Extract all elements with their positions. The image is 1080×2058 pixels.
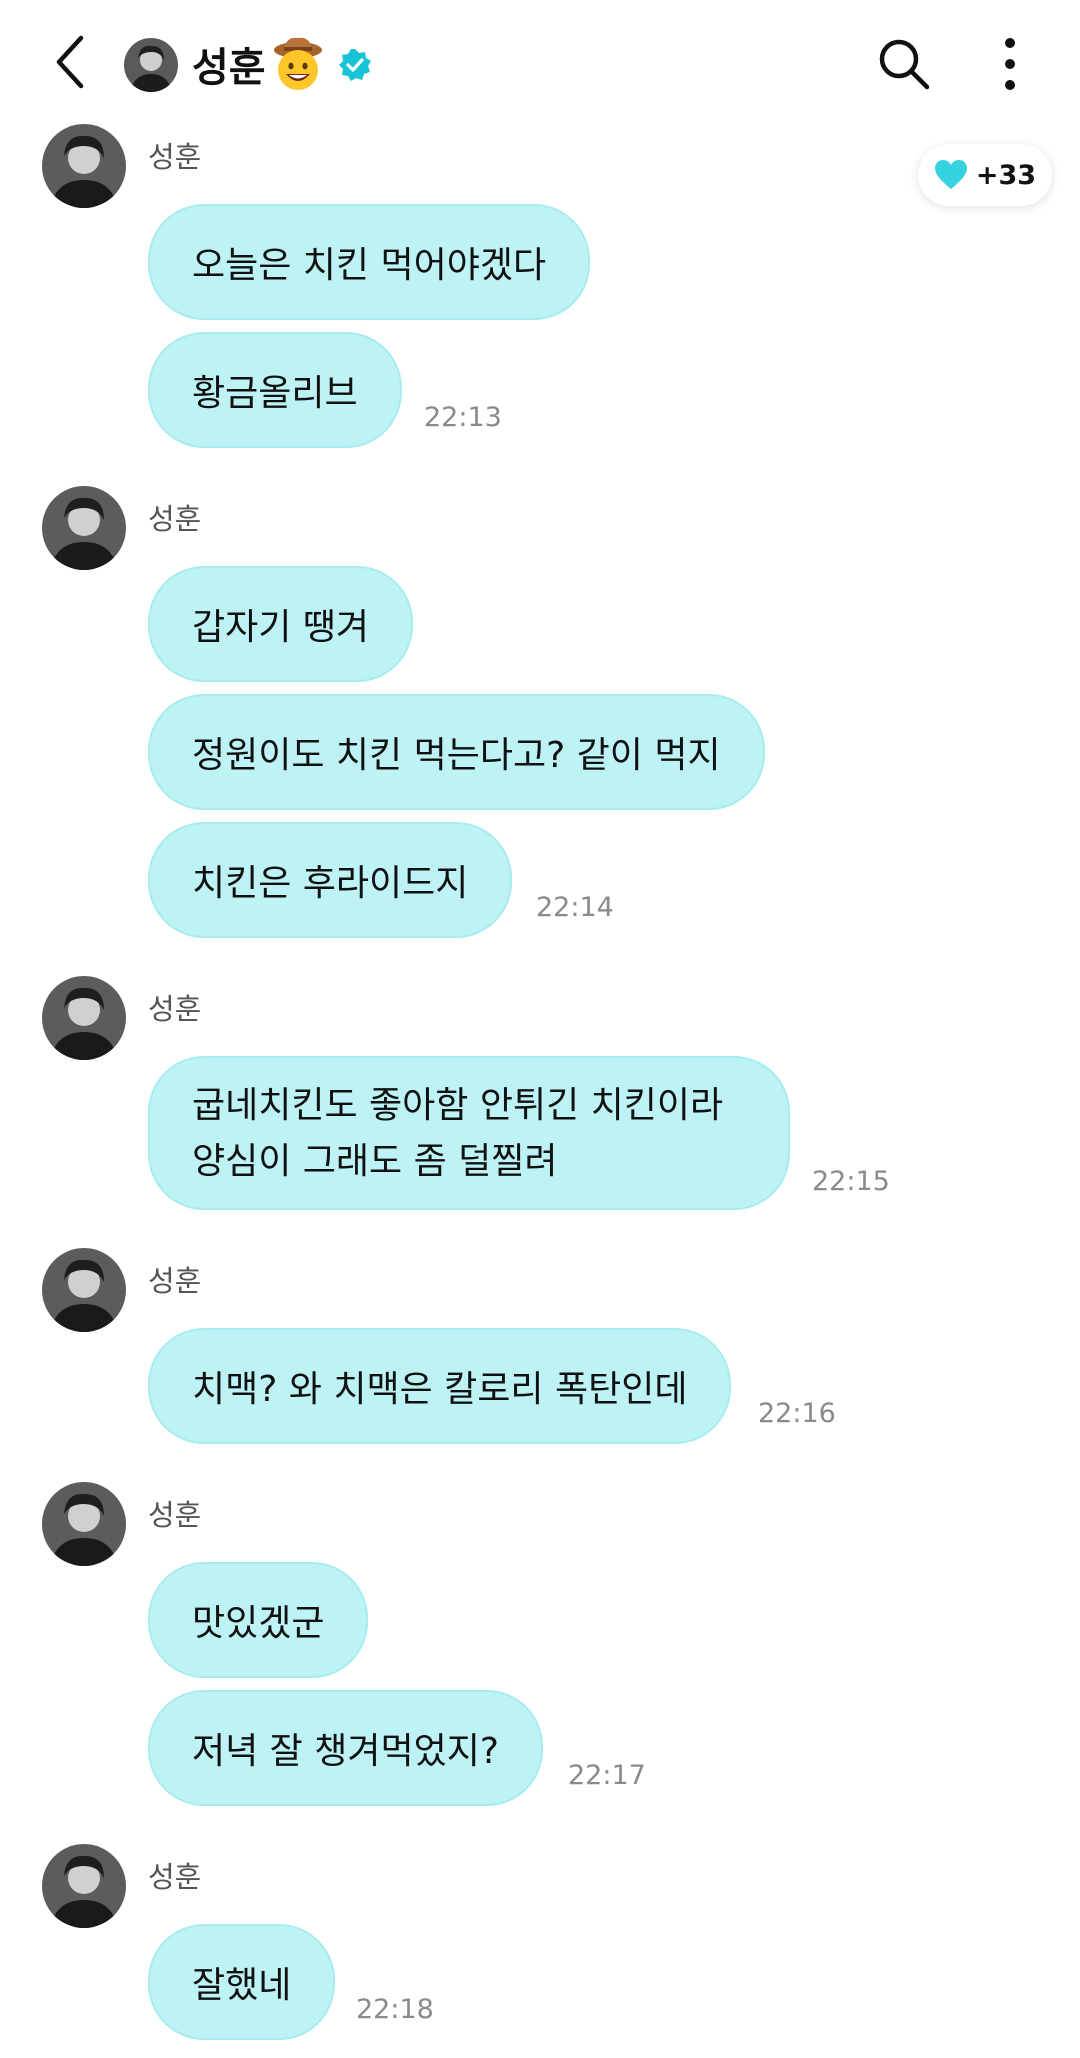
sender-name: 성훈 (148, 1860, 202, 1894)
avatar[interactable] (42, 124, 126, 208)
avatar[interactable] (42, 1482, 126, 1566)
back-button[interactable] (40, 30, 100, 94)
message-bubble[interactable]: 갑자기 땡겨 (148, 566, 414, 682)
sender-name: 성훈 (148, 140, 202, 174)
message-bubble[interactable]: 정원이도 치킨 먹는다고? 같이 먹지 (148, 694, 765, 810)
avatar[interactable] (42, 486, 126, 570)
message-time: 22:15 (812, 1166, 890, 1197)
avatar[interactable] (42, 976, 126, 1060)
sender-name: 성훈 (148, 502, 202, 536)
chevron-left-icon (56, 35, 84, 89)
header-title: 성훈 (192, 45, 266, 91)
chat-header: 성훈 (0, 0, 1080, 124)
avatar[interactable] (42, 1844, 126, 1928)
sender-name: 성훈 (148, 1498, 202, 1532)
message-bubble[interactable]: 굽네치킨도 좋아함 안튀긴 치킨이라 양심이 그래도 좀 덜찔려 (148, 1056, 790, 1210)
message-bubble[interactable]: 오늘은 치킨 먹어야겠다 (148, 204, 591, 320)
message-time: 22:18 (356, 1994, 434, 2025)
message-time: 22:14 (536, 892, 614, 923)
message-bubble[interactable]: 치킨은 후라이드지 (148, 822, 513, 938)
search-icon (879, 39, 930, 90)
more-vertical-icon (1005, 38, 1015, 90)
message-time: 22:13 (424, 402, 502, 433)
message-bubble[interactable]: 잘했네 (148, 1924, 336, 2040)
cowboy-emoji-icon (272, 36, 324, 92)
message-bubble[interactable]: 황금올리브 (148, 332, 402, 448)
message-bubble[interactable]: 맛있겠군 (148, 1562, 369, 1678)
message-bubble[interactable]: 치맥? 와 치맥은 칼로리 폭탄인데 (148, 1328, 732, 1444)
search-button[interactable] (876, 36, 932, 92)
heart-icon (934, 160, 967, 189)
message-line: 양심이 그래도 좀 덜찔려 (192, 1141, 558, 1182)
more-options-button[interactable] (990, 34, 1030, 94)
sender-name: 성훈 (148, 1264, 202, 1298)
verified-badge-icon (338, 48, 372, 82)
message-line: 굽네치킨도 좋아함 안튀긴 치킨이라 (192, 1085, 724, 1126)
message-time: 22:16 (758, 1398, 836, 1429)
reaction-pill[interactable]: +33 (918, 144, 1052, 206)
message-bubble[interactable]: 저녁 잘 챙겨먹었지? (148, 1690, 543, 1806)
message-time: 22:17 (568, 1760, 646, 1791)
sender-name: 성훈 (148, 992, 202, 1026)
header-avatar[interactable] (124, 38, 178, 92)
avatar[interactable] (42, 1248, 126, 1332)
reaction-count: +33 (975, 159, 1037, 191)
